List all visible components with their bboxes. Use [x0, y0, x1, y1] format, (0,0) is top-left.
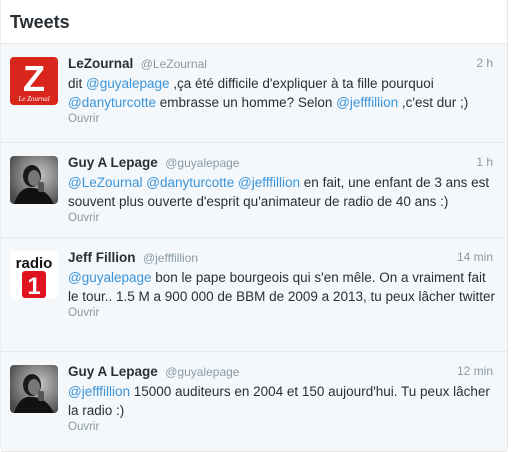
tweet-author-name[interactable]: Guy A Lepage [68, 364, 158, 379]
tweet-item[interactable]: Guy A Lepage @guyalepage 12 min @jefffil… [1, 352, 507, 452]
tweets-panel: Tweets Z Le Zournal LeZournal @LeZournal… [0, 0, 508, 452]
radio-word: radio [16, 255, 53, 272]
tweet-text-segment: dit [68, 76, 87, 91]
radio1-logo-icon[interactable]: radio 1 [10, 251, 58, 299]
tweet-text-segment: ,c'est dur ;) [398, 95, 469, 110]
tweet-author-name[interactable]: LeZournal [68, 56, 133, 71]
open-tweet-link[interactable]: Ouvrir [68, 113, 497, 125]
radio-number: 1 [27, 273, 40, 299]
tweet-author-name[interactable]: Guy A Lepage [68, 155, 158, 170]
tweet-item[interactable]: radio 1 Jeff Fillion @jefffillion 14 min… [1, 238, 507, 352]
tweet-timestamp[interactable]: 2 h [476, 56, 493, 70]
tweet-item[interactable]: Z Le Zournal LeZournal @LeZournal 2 h di… [1, 44, 507, 143]
mention-link[interactable]: @LeZournal [68, 175, 143, 190]
tweet-author-handle[interactable]: @LeZournal [141, 57, 207, 71]
tweet-timestamp[interactable]: 12 min [457, 364, 493, 378]
tweet-text: @guyalepage bon le pape bourgeois qui s'… [68, 268, 497, 306]
open-tweet-link[interactable]: Ouvrir [68, 307, 497, 319]
lezournal-letter: Z [23, 58, 45, 99]
mention-link[interactable]: @guyalepage [68, 270, 152, 285]
tweet-author-name[interactable]: Jeff Fillion [68, 250, 136, 265]
mention-link[interactable]: @jefffillion [68, 384, 130, 399]
tweet-author-handle[interactable]: @guyalepage [165, 365, 239, 379]
mention-link[interactable]: @jefffillion [238, 175, 300, 190]
mention-link[interactable]: @danyturcotte [146, 175, 234, 190]
open-tweet-link[interactable]: Ouvrir [68, 212, 497, 224]
tweet-author-handle[interactable]: @jefffillion [143, 251, 198, 265]
open-tweet-link[interactable]: Ouvrir [68, 421, 497, 433]
lezournal-logo-icon[interactable]: Z Le Zournal [10, 57, 58, 105]
tweet-timestamp[interactable]: 14 min [457, 250, 493, 264]
timeline-header: Tweets [1, 0, 507, 44]
user-photo-icon[interactable] [10, 156, 58, 204]
mention-link[interactable]: @danyturcotte [68, 95, 156, 110]
tweet-text-segment: 15000 auditeurs en 2004 et 150 aujourd'h… [68, 384, 490, 418]
tweet-text-segment: embrasse un homme? Selon [156, 95, 337, 110]
tweet-text: dit @guyalepage ,ça été difficile d'expl… [68, 74, 497, 112]
tweet-author-handle[interactable]: @guyalepage [165, 156, 239, 170]
tweet-text: @jefffillion 15000 auditeurs en 2004 et … [68, 382, 497, 420]
tweet-timestamp[interactable]: 1 h [476, 155, 493, 169]
timeline-title: Tweets [10, 12, 70, 32]
lezournal-sub: Le Zournal [17, 95, 49, 103]
mention-link[interactable]: @jefffillion [336, 95, 398, 110]
mention-link[interactable]: @guyalepage [86, 76, 170, 91]
user-photo-icon[interactable] [10, 365, 58, 413]
tweet-text: @LeZournal @danyturcotte @jefffillion en… [68, 173, 497, 211]
tweet-item[interactable]: Guy A Lepage @guyalepage 1 h @LeZournal … [1, 143, 507, 238]
tweet-text-segment: ,ça été difficile d'expliquer à ta fille… [169, 76, 434, 91]
